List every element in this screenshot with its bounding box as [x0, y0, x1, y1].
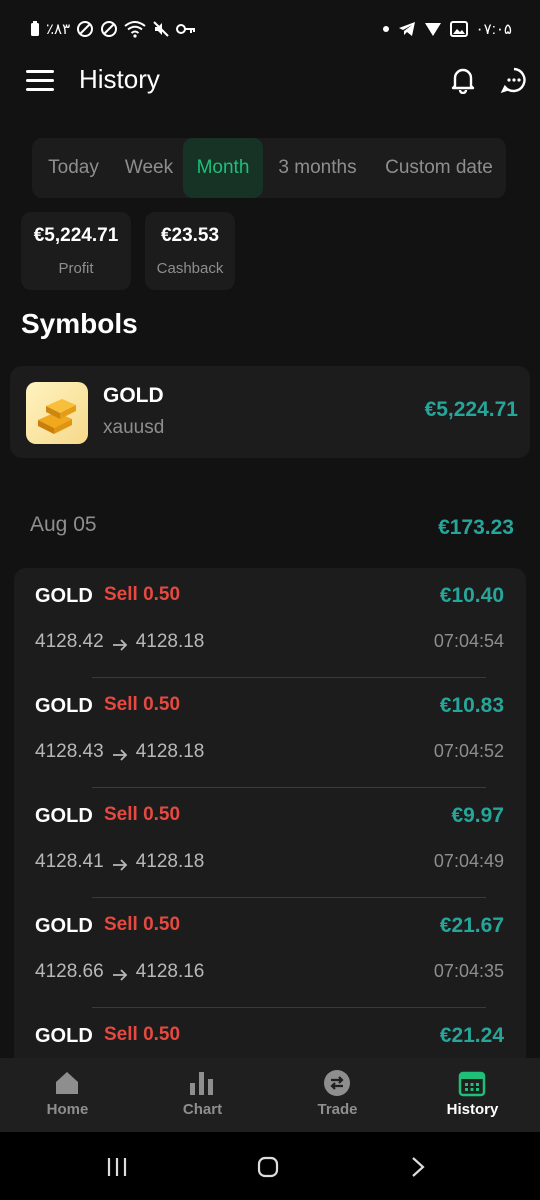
gallery-icon [449, 21, 468, 37]
chart-icon [190, 1072, 213, 1095]
trade-row[interactable]: GOLD Sell 0.50 €21.67 4128.66 4128.16 07… [14, 898, 526, 1008]
symbol-card-gold[interactable]: GOLD xauusd €5,224.71 [10, 366, 530, 458]
open-price: 4128.66 [35, 961, 104, 982]
arrow-right-icon [112, 859, 127, 871]
trade-prices: 4128.42 4128.18 [35, 631, 204, 653]
trade-side: Sell 0.50 [104, 804, 181, 825]
battery-icon [31, 21, 39, 36]
nav-trade[interactable]: Trade [270, 1058, 405, 1132]
profit-label: Profit [58, 260, 94, 277]
cashback-value: €23.53 [160, 225, 220, 246]
battery-percent: ٪۸۳ [46, 21, 71, 38]
tab-today[interactable]: Today [32, 138, 115, 198]
symbol-code: xauusd [103, 417, 165, 438]
close-price: 4128.18 [135, 741, 205, 762]
key-icon [176, 24, 196, 34]
block-icon [101, 21, 118, 37]
nav-home-label: Home [46, 1101, 89, 1118]
trades-list: GOLD Sell 0.50 €10.40 4128.42 4128.18 07… [14, 568, 526, 1058]
back-icon[interactable] [410, 1156, 426, 1178]
trade-row[interactable]: GOLD Sell 0.50 €21.24 [14, 1008, 526, 1058]
dot-icon [382, 26, 389, 32]
date-group-total: €173.23 [438, 516, 514, 539]
trade-icon [324, 1070, 350, 1096]
nav-trade-label: Trade [317, 1101, 358, 1118]
app-header: History [0, 50, 540, 112]
trade-profit: €9.97 [451, 804, 504, 827]
trade-symbol: GOLD [35, 805, 93, 827]
wifi-icon [124, 21, 146, 38]
trade-side: Sell 0.50 [104, 914, 181, 935]
block-icon [77, 21, 94, 37]
arrow-right-icon [112, 969, 127, 981]
recents-icon[interactable] [106, 1156, 128, 1178]
calendar-icon [458, 1071, 486, 1097]
open-price: 4128.43 [35, 741, 104, 762]
trade-side: Sell 0.50 [104, 1024, 181, 1045]
trade-row[interactable]: GOLD Sell 0.50 €10.83 4128.43 4128.18 07… [14, 678, 526, 788]
symbol-profit: €5,224.71 [424, 398, 518, 421]
trade-row[interactable]: GOLD Sell 0.50 €9.97 4128.41 4128.18 07:… [14, 788, 526, 898]
trade-time: 07:04:52 [433, 741, 504, 761]
nav-history-label: History [446, 1101, 499, 1118]
status-left: ٪۸۳ [30, 20, 196, 38]
trade-side: Sell 0.50 [104, 584, 181, 605]
nav-chart[interactable]: Chart [135, 1058, 270, 1132]
cashback-card: €23.53 Cashback [145, 212, 235, 290]
trade-profit: €21.24 [439, 1024, 504, 1047]
trade-time: 07:04:54 [433, 631, 504, 651]
open-price: 4128.42 [35, 631, 104, 652]
home-icon [56, 1072, 78, 1094]
tab-3-months[interactable]: 3 months [263, 138, 372, 198]
period-tabs: Today Week Month 3 months Custom date [32, 138, 506, 198]
date-group-label: Aug 05 [30, 513, 97, 536]
gold-bars-icon [26, 382, 88, 444]
trade-symbol: GOLD [35, 585, 93, 607]
trade-prices: 4128.41 4128.18 [35, 851, 204, 873]
cashback-label: Cashback [156, 260, 224, 277]
close-price: 4128.18 [135, 631, 205, 652]
nav-history[interactable]: History [405, 1058, 540, 1132]
bottom-nav: Home Chart Trade History [0, 1058, 540, 1132]
nav-home[interactable]: Home [0, 1058, 135, 1132]
symbol-name: GOLD [103, 384, 164, 407]
trade-profit: €10.83 [439, 694, 504, 717]
status-right: ۰۷:۰۵ [382, 20, 512, 38]
mute-icon [153, 21, 169, 37]
profit-card: €5,224.71 Profit [21, 212, 131, 290]
trade-symbol: GOLD [35, 1025, 93, 1047]
nav-chart-label: Chart [182, 1101, 223, 1118]
trade-time: 07:04:35 [433, 961, 504, 981]
telegram-icon [398, 22, 415, 36]
close-price: 4128.18 [135, 851, 205, 872]
trade-prices: 4128.66 4128.16 [35, 961, 204, 983]
signal-icon [424, 23, 441, 36]
trade-symbol: GOLD [35, 695, 93, 717]
trade-prices: 4128.43 4128.18 [35, 741, 204, 763]
trade-time: 07:04:49 [433, 851, 504, 871]
symbols-heading: Symbols [21, 308, 138, 339]
tab-week[interactable]: Week [115, 138, 183, 198]
trade-profit: €21.67 [439, 914, 504, 937]
tab-month[interactable]: Month [183, 138, 263, 198]
page-title: History [79, 64, 160, 94]
bell-icon[interactable] [450, 66, 476, 94]
clock: ۰۷:۰۵ [475, 21, 512, 38]
arrow-right-icon [112, 749, 127, 761]
trade-symbol: GOLD [35, 915, 93, 937]
home-button-icon[interactable] [257, 1156, 279, 1178]
menu-icon[interactable] [26, 70, 54, 92]
profit-value: €5,224.71 [33, 225, 119, 246]
trade-row[interactable]: GOLD Sell 0.50 €10.40 4128.42 4128.18 07… [14, 568, 526, 678]
open-price: 4128.41 [35, 851, 104, 872]
chat-icon[interactable] [500, 66, 528, 94]
system-nav-bar [0, 1132, 540, 1200]
trade-profit: €10.40 [439, 584, 504, 607]
close-price: 4128.16 [135, 961, 205, 982]
arrow-right-icon [112, 639, 127, 651]
trade-side: Sell 0.50 [104, 694, 181, 715]
tab-custom-date[interactable]: Custom date [372, 138, 506, 198]
